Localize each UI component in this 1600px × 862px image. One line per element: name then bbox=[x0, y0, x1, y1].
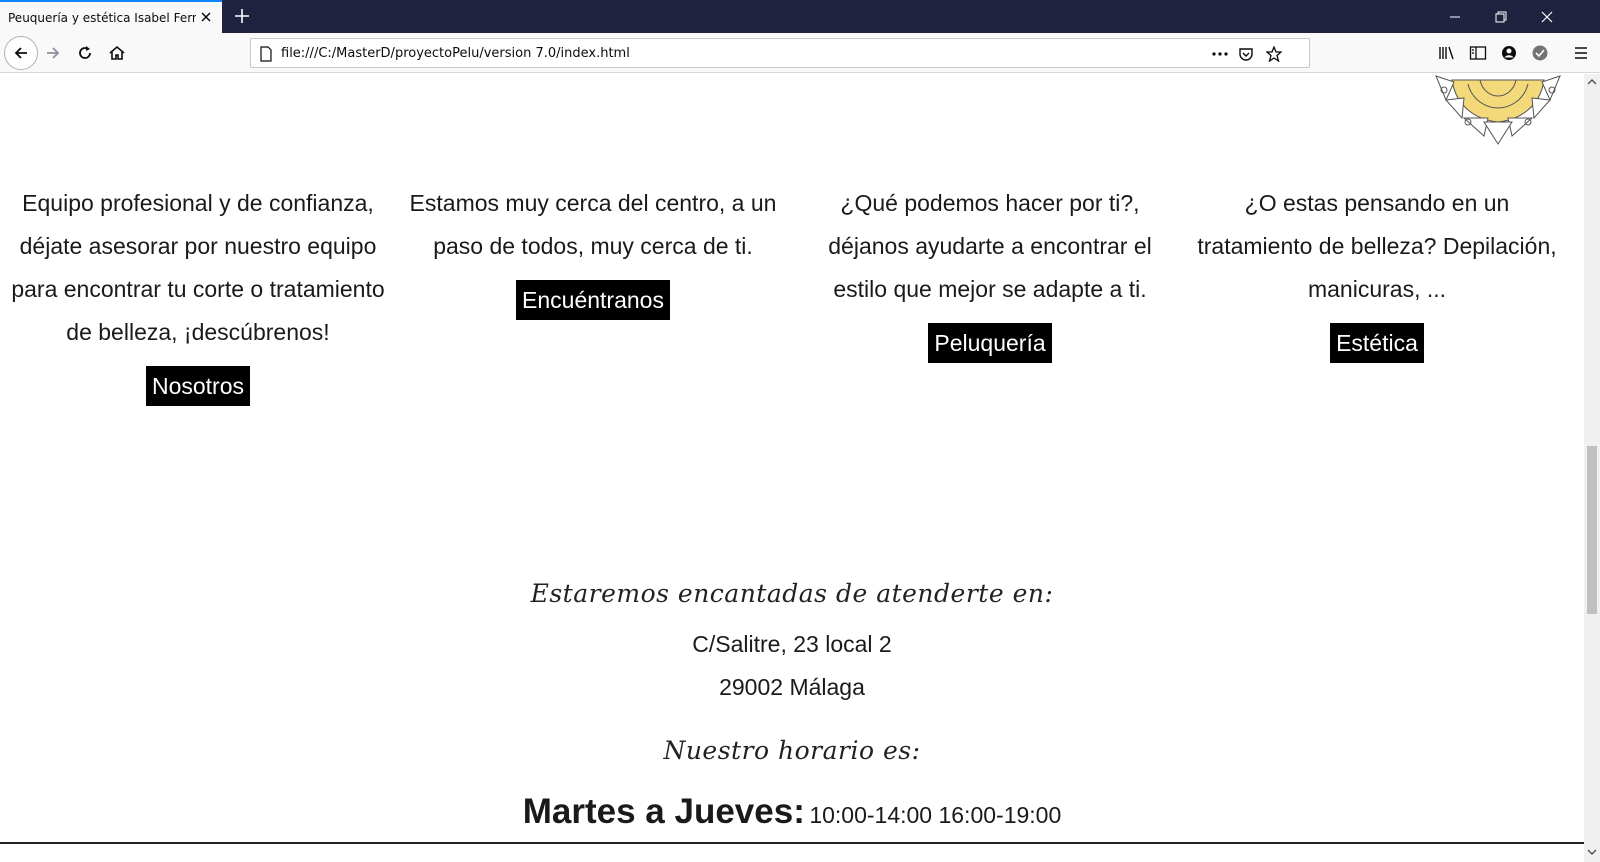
schedule-line: Martes a Jueves: 10:00-14:00 16:00-19:00 bbox=[0, 792, 1584, 832]
hair-text: ¿Qué podemos hacer por ti?, déjanos ayud… bbox=[828, 190, 1152, 302]
url-text: file:///C:/MasterD/proyectoPelu/version … bbox=[281, 46, 630, 61]
location-text: Estamos muy cerca del centro, a un paso … bbox=[409, 190, 777, 259]
scroll-up-icon[interactable] bbox=[1584, 74, 1600, 90]
window-close-icon[interactable] bbox=[1524, 0, 1570, 33]
team-column: Equipo profesional y de confianza, déjat… bbox=[8, 182, 388, 406]
contact-heading: Estaremos encantadas de atenderte en: bbox=[530, 579, 1054, 608]
sidebar-icon[interactable] bbox=[1463, 38, 1493, 68]
account-icon[interactable] bbox=[1494, 38, 1524, 68]
back-button[interactable] bbox=[4, 36, 38, 70]
home-icon[interactable] bbox=[102, 38, 132, 68]
schedule-times: 10:00-14:00 16:00-19:00 bbox=[809, 802, 1062, 828]
mandala-decoration bbox=[1428, 74, 1568, 150]
pocket-icon[interactable] bbox=[1237, 45, 1255, 63]
restore-icon[interactable] bbox=[1478, 0, 1524, 33]
minimize-icon[interactable] bbox=[1432, 0, 1478, 33]
nosotros-button[interactable]: Nosotros bbox=[145, 366, 251, 406]
location-column: Estamos muy cerca del centro, a un paso … bbox=[402, 182, 784, 320]
scrollbar-thumb[interactable] bbox=[1587, 446, 1597, 614]
footer-divider bbox=[0, 842, 1584, 844]
menu-icon[interactable] bbox=[1566, 38, 1596, 68]
navigation-toolbar: file:///C:/MasterD/proyectoPelu/version … bbox=[0, 33, 1600, 73]
estetica-button[interactable]: Estética bbox=[1330, 323, 1424, 363]
close-tab-icon[interactable] bbox=[198, 9, 214, 25]
beauty-text: ¿O estas pensando en un tratamiento de b… bbox=[1197, 190, 1557, 302]
reload-icon[interactable] bbox=[70, 38, 100, 68]
beauty-column: ¿O estas pensando en un tratamiento de b… bbox=[1188, 182, 1566, 363]
tab-bar: Peuquería y estética Isabel Fernández bbox=[0, 0, 1600, 33]
address-city: 29002 Málaga bbox=[719, 674, 865, 700]
team-text: Equipo profesional y de confianza, déjat… bbox=[11, 190, 385, 345]
tab-title: Peuquería y estética Isabel Fernández bbox=[8, 10, 196, 25]
library-icon[interactable] bbox=[1432, 38, 1462, 68]
page-actions-icon[interactable] bbox=[1211, 45, 1229, 63]
forward-button[interactable] bbox=[38, 38, 68, 68]
peluqueria-button[interactable]: Peluquería bbox=[928, 323, 1052, 363]
active-tab[interactable]: Peuquería y estética Isabel Fernández bbox=[0, 0, 222, 33]
vertical-scrollbar[interactable] bbox=[1584, 74, 1600, 862]
scroll-down-icon[interactable] bbox=[1584, 844, 1600, 860]
extension-icon[interactable] bbox=[1525, 38, 1555, 68]
new-tab-icon[interactable] bbox=[232, 5, 252, 27]
page-content: Equipo profesional y de confianza, déjat… bbox=[0, 74, 1584, 862]
address-street: C/Salitre, 23 local 2 bbox=[692, 631, 892, 657]
url-bar[interactable]: file:///C:/MasterD/proyectoPelu/version … bbox=[250, 38, 1310, 68]
bookmark-star-icon[interactable] bbox=[1265, 45, 1283, 63]
schedule-heading: Nuestro horario es: bbox=[663, 736, 921, 765]
page-icon bbox=[257, 45, 275, 63]
encuentranos-button[interactable]: Encuéntranos bbox=[516, 280, 670, 320]
hair-column: ¿Qué podemos hacer por ti?, déjanos ayud… bbox=[802, 182, 1178, 363]
schedule-days: Martes a Jueves: bbox=[522, 792, 805, 831]
